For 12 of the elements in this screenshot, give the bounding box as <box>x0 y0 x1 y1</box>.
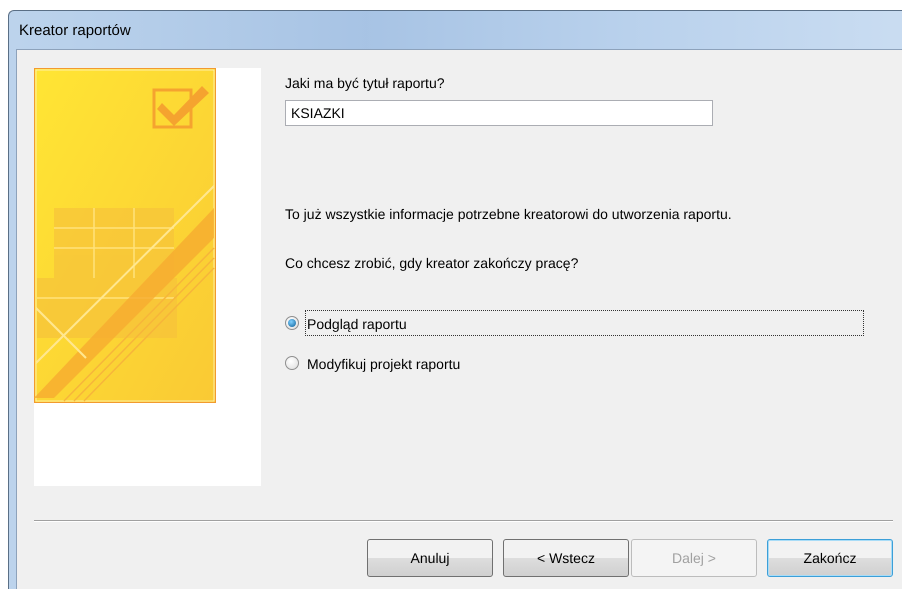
radio-button[interactable] <box>285 316 299 330</box>
dialog-button[interactable]: Anuluj <box>367 539 493 577</box>
question-text: Co chcesz zrobić, gdy kreator zakończy pracę? <box>285 255 580 271</box>
title-prompt: Jaki ma być tytuł raportu? <box>285 75 446 91</box>
radio-label[interactable]: Podgląd raportu <box>305 310 864 336</box>
title-input[interactable]: KSIAZKI <box>285 100 713 126</box>
info-text: To już wszystkie informacje potrzebne kreatorowi do utworzenia raportu. <box>285 206 733 222</box>
radio-button[interactable] <box>285 356 299 370</box>
default-button[interactable]: Zakończ <box>767 539 893 577</box>
dialog-button[interactable]: < Wstecz <box>503 539 629 577</box>
radio-label[interactable]: Modyfikuj projekt raportu <box>305 350 864 376</box>
window-title: Kreator raportów <box>19 22 131 38</box>
